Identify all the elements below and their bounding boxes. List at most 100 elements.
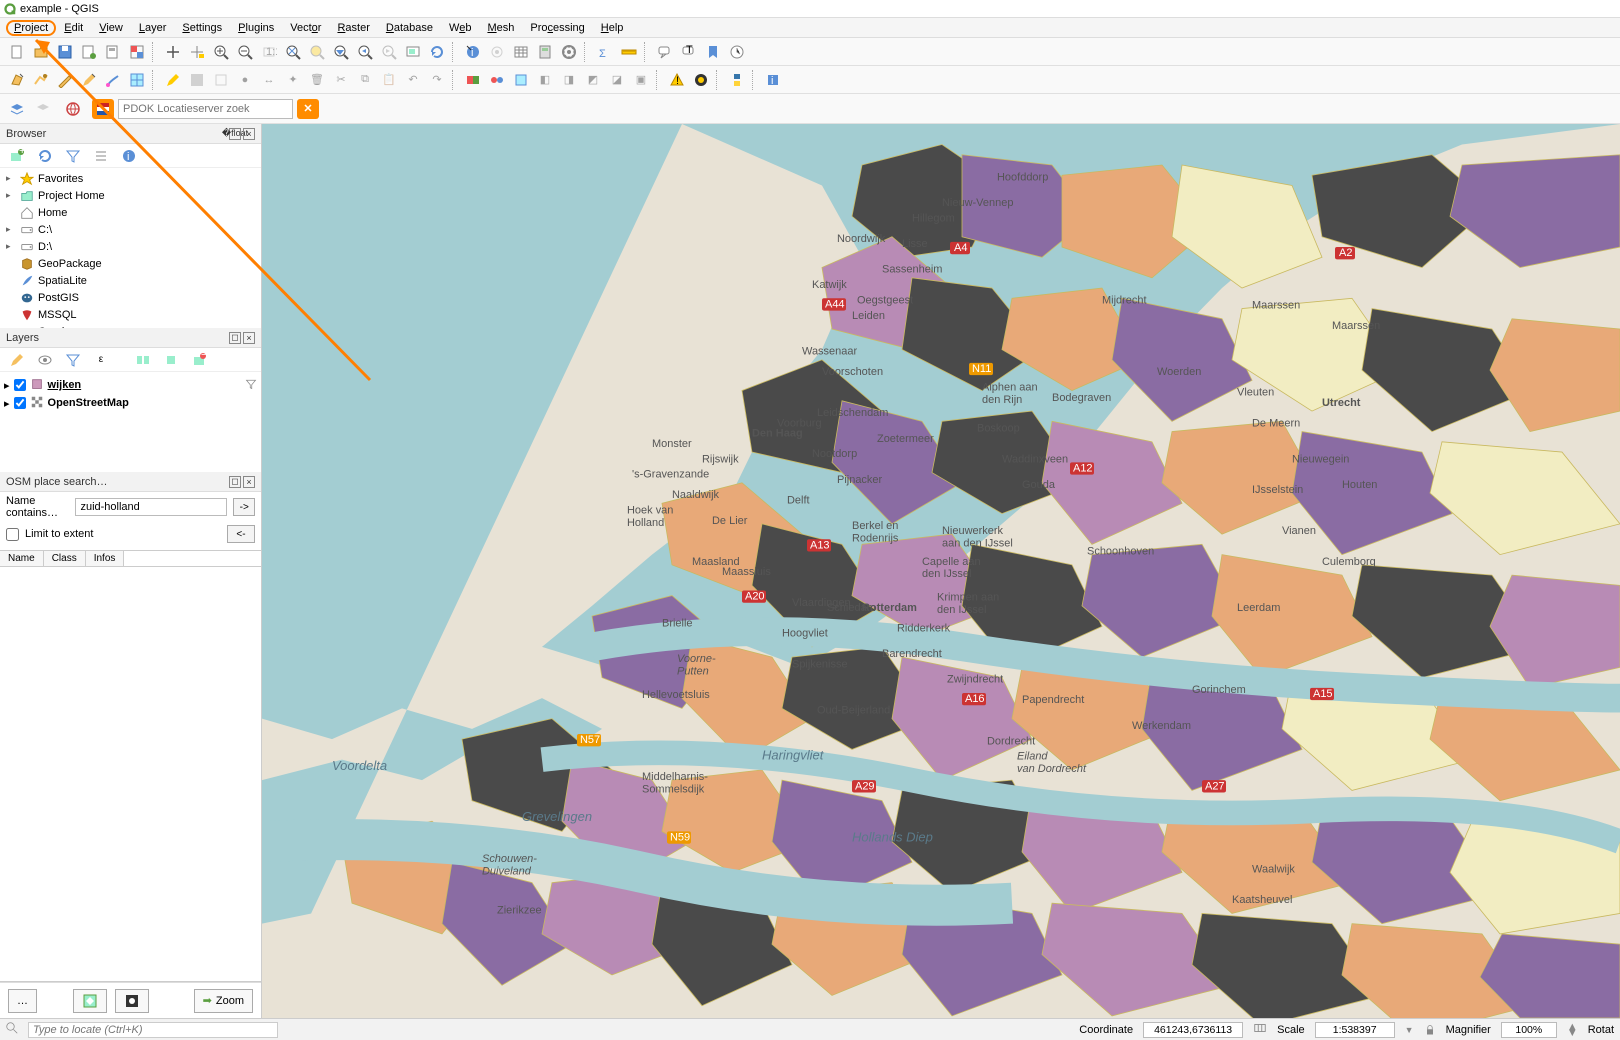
browser-item[interactable]: MSSQL <box>4 306 257 323</box>
browser-item[interactable]: GeoPackage <box>4 255 257 272</box>
expander-icon[interactable]: ▸ <box>6 224 16 235</box>
layer-item[interactable]: ▸wijken <box>4 376 257 394</box>
zoom-next-icon[interactable] <box>378 41 400 63</box>
layers-group2-icon[interactable] <box>32 98 54 120</box>
pdok-search-input[interactable] <box>118 99 293 119</box>
toggle-edit-icon[interactable] <box>162 69 184 91</box>
menu-web[interactable]: Web <box>441 20 479 36</box>
osm-go-button[interactable]: -> <box>233 498 255 516</box>
redo-icon[interactable]: ↷ <box>426 69 448 91</box>
logo-icon[interactable] <box>690 69 712 91</box>
bookmark-icon[interactable] <box>702 41 724 63</box>
osm-column-header[interactable]: Class <box>44 551 86 566</box>
menu-project[interactable]: Project <box>6 20 56 36</box>
plugin-4-icon[interactable]: ◧ <box>534 69 556 91</box>
edit-line-icon[interactable] <box>30 69 52 91</box>
style-manager-icon[interactable] <box>126 41 148 63</box>
plugin-5-icon[interactable]: ◨ <box>558 69 580 91</box>
globe-icon[interactable] <box>62 98 84 120</box>
maptip-icon[interactable] <box>654 41 676 63</box>
pdok-flag-icon[interactable] <box>92 99 114 119</box>
save-edits-icon[interactable] <box>186 69 208 91</box>
menu-raster[interactable]: Raster <box>329 20 377 36</box>
menu-settings[interactable]: Settings <box>174 20 230 36</box>
plugin-8-icon[interactable]: ▣ <box>630 69 652 91</box>
attributes-table-icon[interactable] <box>510 41 532 63</box>
close-panel-icon[interactable]: × <box>243 128 255 140</box>
osm-back-button[interactable]: <- <box>227 525 255 543</box>
edit-pencil-icon[interactable] <box>78 69 100 91</box>
plugin-7-icon[interactable]: ◪ <box>606 69 628 91</box>
menu-edit[interactable]: Edit <box>56 20 91 36</box>
menu-view[interactable]: View <box>91 20 131 36</box>
expander-icon[interactable]: ▸ <box>6 241 16 252</box>
paste-icon[interactable]: 📋 <box>378 69 400 91</box>
browser-tree[interactable]: ▸Favorites▸Project HomeHome▸C:\▸D:\GeoPa… <box>0 168 261 328</box>
browser-item[interactable]: ▸Favorites <box>4 170 257 187</box>
pan-to-selection-icon[interactable] <box>186 41 208 63</box>
save-project-icon[interactable] <box>54 41 76 63</box>
layer-collapse-icon[interactable] <box>160 349 182 371</box>
layer-visibility-checkbox[interactable] <box>14 379 26 391</box>
osm-query-input[interactable] <box>75 498 227 516</box>
plugin-2-icon[interactable] <box>486 69 508 91</box>
edit-polygon-icon[interactable] <box>6 69 28 91</box>
undock-layers-icon[interactable]: ◻ <box>229 332 241 344</box>
menu-mesh[interactable]: Mesh <box>479 20 522 36</box>
osm-zoom-button[interactable]: ➡Zoom <box>194 989 253 1013</box>
browser-item[interactable]: PostGIS <box>4 289 257 306</box>
layer-expand-icon[interactable] <box>132 349 154 371</box>
undo-icon[interactable]: ↶ <box>402 69 424 91</box>
properties-icon[interactable]: i <box>118 145 140 167</box>
measure-icon[interactable] <box>618 41 640 63</box>
menu-processing[interactable]: Processing <box>522 20 592 36</box>
zoom-layer-icon[interactable] <box>330 41 352 63</box>
layer-visibility-icon[interactable] <box>34 349 56 371</box>
zoom-native-icon[interactable]: 1:1 <box>258 41 280 63</box>
menu-vector[interactable]: Vector <box>282 20 329 36</box>
expander-icon[interactable]: ▸ <box>4 397 10 410</box>
expander-icon[interactable]: ▸ <box>6 190 16 201</box>
pan-icon[interactable] <box>162 41 184 63</box>
layer-visibility-checkbox[interactable] <box>14 397 26 409</box>
undock-icon[interactable]: �float <box>229 128 241 140</box>
warning-icon[interactable]: ! <box>666 69 688 91</box>
browser-item[interactable]: ▸D:\ <box>4 238 257 255</box>
info-panel-icon[interactable]: i <box>762 69 784 91</box>
zoom-selection-icon[interactable] <box>306 41 328 63</box>
refresh-browser-icon[interactable] <box>34 145 56 167</box>
toolbox-icon[interactable] <box>558 41 580 63</box>
plugin-1-icon[interactable] <box>462 69 484 91</box>
osm-add-button[interactable] <box>115 989 149 1013</box>
expander-icon[interactable]: ▸ <box>4 379 10 392</box>
layers-panel-title[interactable]: Layers ◻× <box>0 328 261 348</box>
pdok-clear-icon[interactable]: ✕ <box>297 99 319 119</box>
extents-icon[interactable] <box>1253 1021 1267 1038</box>
copy-icon[interactable]: ⧉ <box>354 69 376 91</box>
move-feature-icon[interactable]: ↔ <box>258 69 280 91</box>
delete-selected-icon[interactable]: 🗑 <box>306 69 328 91</box>
menu-plugins[interactable]: Plugins <box>230 20 282 36</box>
menu-help[interactable]: Help <box>593 20 632 36</box>
osm-column-header[interactable]: Infos <box>86 551 125 566</box>
layers-group-icon[interactable] <box>6 98 28 120</box>
browser-panel-title[interactable]: Browser �float× <box>0 124 261 144</box>
refresh-icon[interactable] <box>426 41 448 63</box>
python-icon[interactable] <box>726 69 748 91</box>
locator-input[interactable] <box>28 1022 278 1038</box>
node-tool-icon[interactable]: ✦ <box>282 69 304 91</box>
layer-style-icon[interactable] <box>6 349 28 371</box>
browser-item[interactable]: Home <box>4 204 257 221</box>
field-calc-icon[interactable] <box>534 41 556 63</box>
temporal-icon[interactable] <box>726 41 748 63</box>
osm-results-list[interactable] <box>0 567 261 982</box>
add-layer-icon[interactable]: + <box>6 145 28 167</box>
browser-item[interactable]: ▸Project Home <box>4 187 257 204</box>
edit-topology-icon[interactable] <box>126 69 148 91</box>
plugin-6-icon[interactable]: ◩ <box>582 69 604 91</box>
osm-column-header[interactable]: Name <box>0 551 44 566</box>
stats-icon[interactable]: Σ <box>594 41 616 63</box>
zoom-full-icon[interactable] <box>282 41 304 63</box>
osm-limit-checkbox[interactable] <box>6 528 19 541</box>
edit-feature-icon[interactable] <box>54 69 76 91</box>
